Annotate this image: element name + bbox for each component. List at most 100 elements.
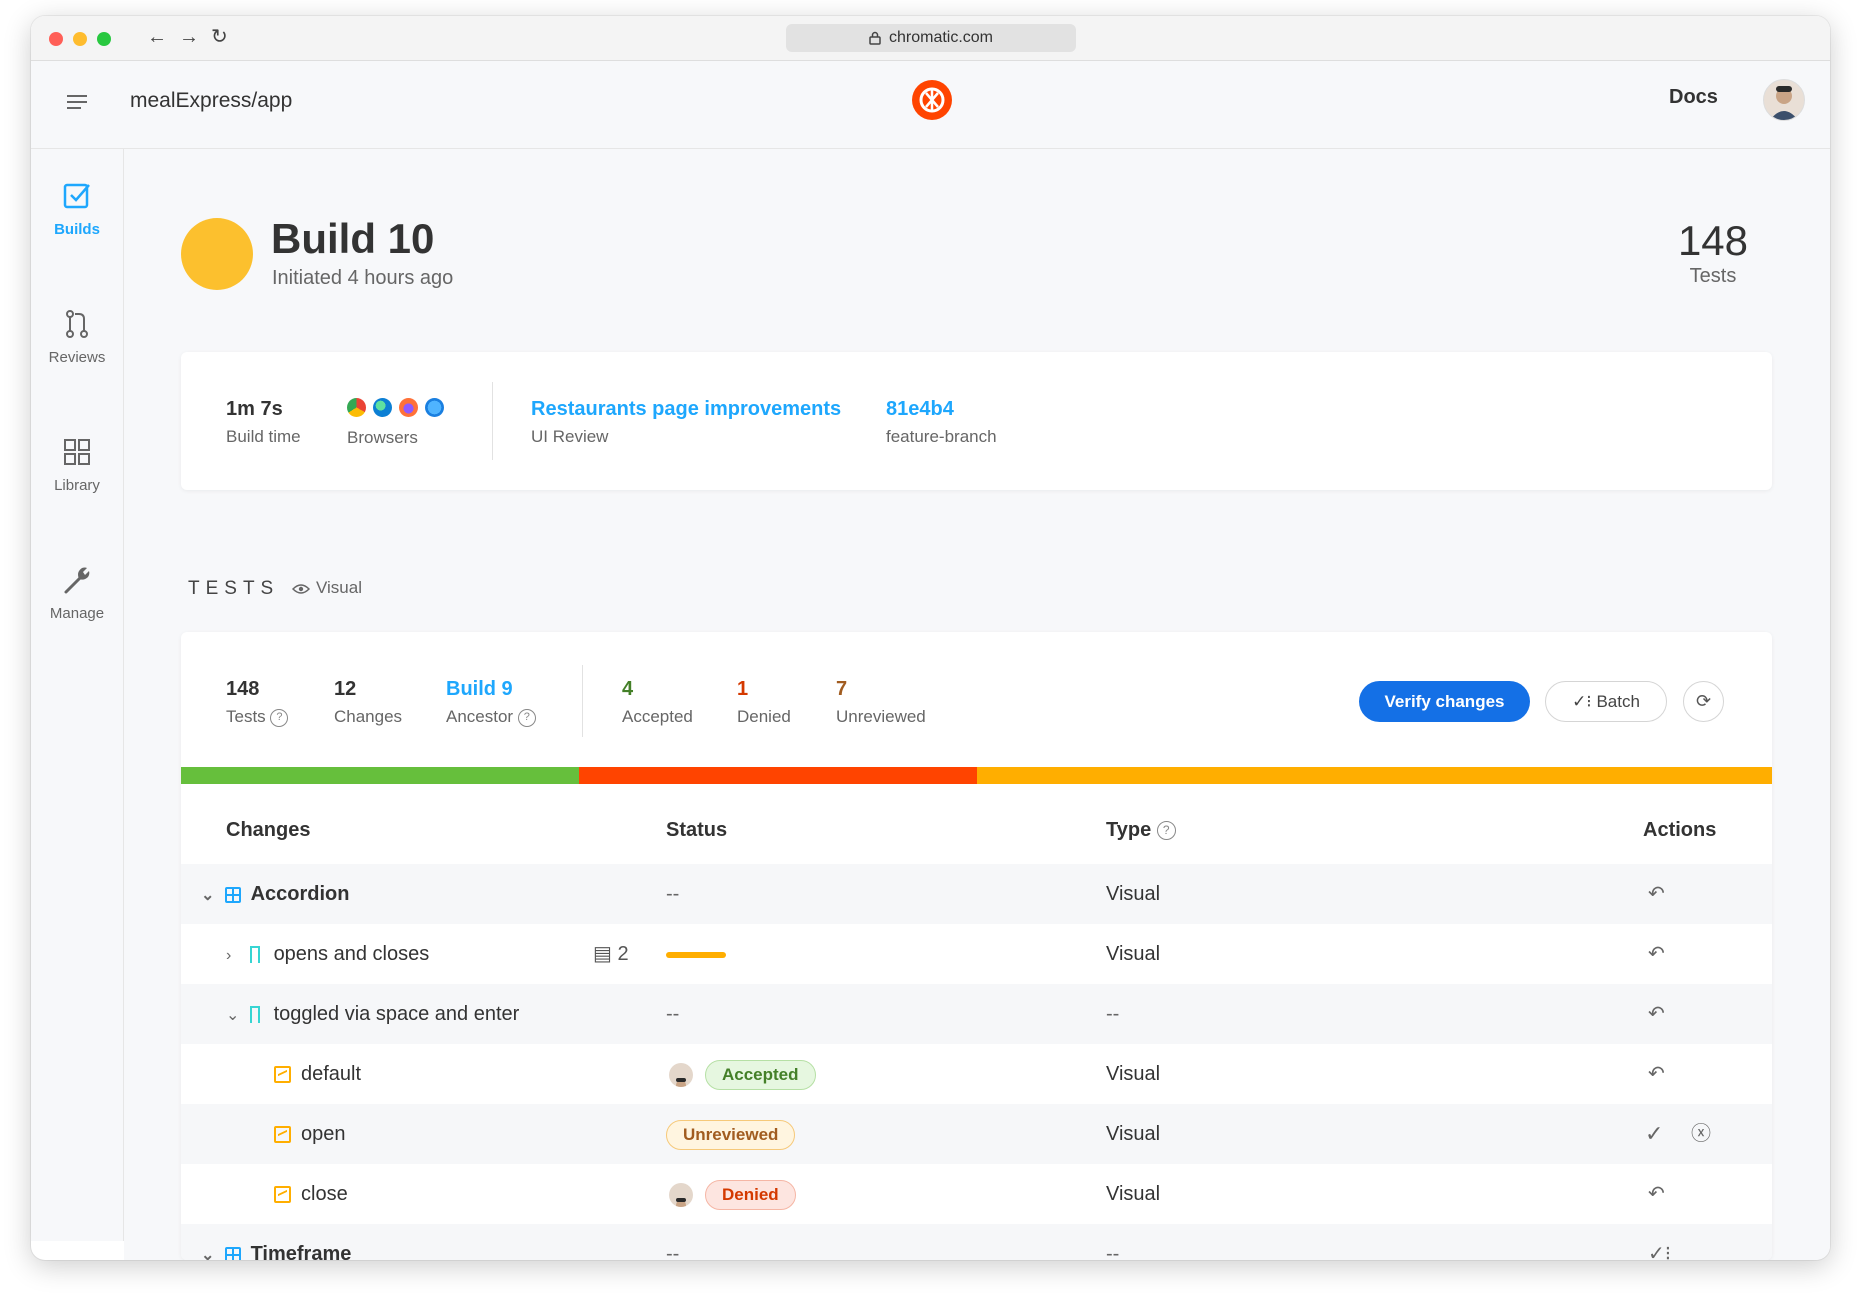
progress-segment-unreviewed	[976, 767, 1772, 784]
close-window-button[interactable]	[49, 32, 63, 46]
browser-toolbar: ← → ↻ chromatic.com	[31, 16, 1830, 61]
maximize-window-button[interactable]	[97, 32, 111, 46]
back-arrow-icon[interactable]: ←	[147, 27, 167, 47]
row-type: --	[1106, 1243, 1120, 1260]
denied-label: Denied	[737, 707, 791, 726]
chevron-down-icon[interactable]: ⌄	[201, 866, 219, 926]
row-name: toggled via space and enter	[273, 1003, 520, 1025]
commit-link[interactable]: 81e4b4	[886, 398, 997, 421]
row-status: Unreviewed	[666, 1104, 796, 1164]
ancestor-label: Ancestor	[446, 707, 514, 726]
chevron-down-icon[interactable]: ⌄	[226, 986, 244, 1046]
row-name: Timeframe	[250, 1243, 352, 1260]
url-text: chromatic.com	[888, 29, 994, 46]
commit-stat: 81e4b4 feature-branch	[886, 398, 997, 447]
status-badge: Unreviewed	[666, 1119, 796, 1150]
undo-icon[interactable]: ↶	[1648, 984, 1665, 1044]
row-status: --	[666, 883, 680, 905]
ui-review-link[interactable]: Restaurants page improvements	[531, 398, 841, 421]
nav-builds[interactable]: Builds	[31, 179, 123, 238]
help-icon[interactable]: ?	[1156, 821, 1176, 841]
firefox-icon	[399, 398, 418, 417]
forward-arrow-icon[interactable]: →	[179, 27, 199, 47]
deny-circle-x-icon[interactable]: ⓧ	[1691, 1104, 1711, 1164]
table-row[interactable]: open Unreviewed Visual ✓ ⓧ	[181, 1104, 1772, 1164]
changes-label: Changes	[334, 707, 403, 726]
total-tests-label: Tests	[1689, 265, 1737, 287]
nav-library[interactable]: Library	[31, 435, 123, 494]
verify-changes-button[interactable]: Verify changes	[1359, 681, 1530, 722]
nav-manage-label: Manage	[49, 605, 105, 622]
comment-count-value: 2	[617, 943, 629, 965]
comment-count[interactable]: ▤ 2	[593, 924, 629, 984]
reviewer-avatar	[669, 1182, 693, 1207]
undo-icon[interactable]: ↶	[1648, 864, 1665, 924]
reload-icon[interactable]: ↻	[211, 27, 228, 47]
ancestor-link[interactable]: Build 9	[446, 678, 536, 701]
refresh-icon: ⟳	[1695, 691, 1712, 711]
app-header: mealExpress/app Docs	[31, 61, 1830, 149]
table-row[interactable]: ⌄ toggled via space and enter -- -- ↶	[181, 984, 1772, 1044]
safari-icon	[425, 398, 444, 417]
ui-review-stat: Restaurants page improvements UI Review	[531, 398, 841, 447]
status-badge: Denied	[705, 1179, 796, 1210]
progress-segment-denied	[578, 767, 977, 784]
tests-section-heading: TESTS	[188, 578, 280, 599]
row-type: Visual	[1106, 1123, 1161, 1145]
row-status: --	[666, 1243, 680, 1260]
batch-label: Batch	[1596, 692, 1640, 711]
batch-check-icon[interactable]: ✓⁝	[1648, 1224, 1671, 1260]
chevron-right-icon[interactable]: ›	[226, 926, 244, 986]
user-avatar[interactable]	[1763, 79, 1805, 121]
tests-card: 148 Tests ? 12 Changes Build 9 Ancestor …	[181, 632, 1772, 1260]
denied-value: 1	[737, 678, 749, 700]
side-navigation: Builds Reviews Library Manage	[31, 149, 124, 1241]
check-square-icon	[63, 183, 90, 209]
table-row[interactable]: ⌄ Timeframe -- -- ✓⁝	[181, 1224, 1772, 1260]
accept-check-icon[interactable]: ✓	[1645, 1104, 1663, 1164]
reviewer-avatar	[669, 1062, 693, 1087]
docs-link[interactable]: Docs	[1669, 86, 1718, 109]
nav-manage[interactable]: Manage	[31, 563, 123, 622]
undo-icon[interactable]: ↶	[1648, 924, 1665, 984]
ui-review-label: UI Review	[531, 427, 609, 446]
build-time-value: 1m 7s	[226, 398, 283, 420]
row-status	[666, 924, 726, 984]
nav-reviews-label: Reviews	[48, 349, 106, 366]
batch-button[interactable]: ✓⁝ Batch	[1545, 681, 1667, 722]
table-row[interactable]: ⌄ Accordion -- Visual ↶	[181, 864, 1772, 924]
visual-filter-label: Visual	[316, 578, 362, 597]
minimize-window-button[interactable]	[73, 32, 87, 46]
help-icon[interactable]: ?	[517, 708, 536, 727]
lock-icon	[869, 31, 881, 45]
browsers-label: Browsers	[347, 428, 418, 447]
row-status: --	[666, 1003, 680, 1025]
table-row[interactable]: › opens and closes ▤ 2 Visual ↶	[181, 924, 1772, 984]
tests-label: Tests	[226, 707, 266, 726]
chevron-down-icon[interactable]: ⌄	[201, 1226, 219, 1260]
help-icon[interactable]: ?	[270, 708, 289, 727]
build-meta-card: 1m 7s Build time Browsers Restaurants pa…	[181, 352, 1772, 490]
undo-icon[interactable]: ↶	[1648, 1164, 1665, 1224]
edge-icon	[373, 398, 392, 417]
row-name: open	[301, 1123, 346, 1145]
address-bar[interactable]: chromatic.com	[786, 24, 1076, 52]
menu-icon[interactable]	[67, 95, 87, 113]
row-name: close	[301, 1183, 348, 1205]
repo-name[interactable]: mealExpress/app	[130, 89, 292, 113]
status-badge: Accepted	[705, 1059, 816, 1090]
nav-reviews[interactable]: Reviews	[31, 307, 123, 366]
undo-icon[interactable]: ↶	[1648, 1044, 1665, 1104]
branch-label: feature-branch	[886, 427, 997, 446]
table-row[interactable]: close Denied Visual ↶	[181, 1164, 1772, 1224]
table-row[interactable]: default Accepted Visual ↶	[181, 1044, 1772, 1104]
batch-icon: ✓⁝	[1572, 692, 1597, 711]
chromatic-logo-icon[interactable]	[912, 80, 952, 120]
component-icon	[224, 1246, 241, 1260]
browsers-stat: Browsers	[347, 398, 451, 448]
refresh-button[interactable]: ⟳	[1683, 681, 1724, 722]
chrome-icon	[347, 398, 366, 417]
visual-filter[interactable]: Visual	[291, 578, 362, 598]
accepted-stat: 4 Accepted	[622, 678, 693, 727]
grid-icon	[64, 439, 90, 465]
